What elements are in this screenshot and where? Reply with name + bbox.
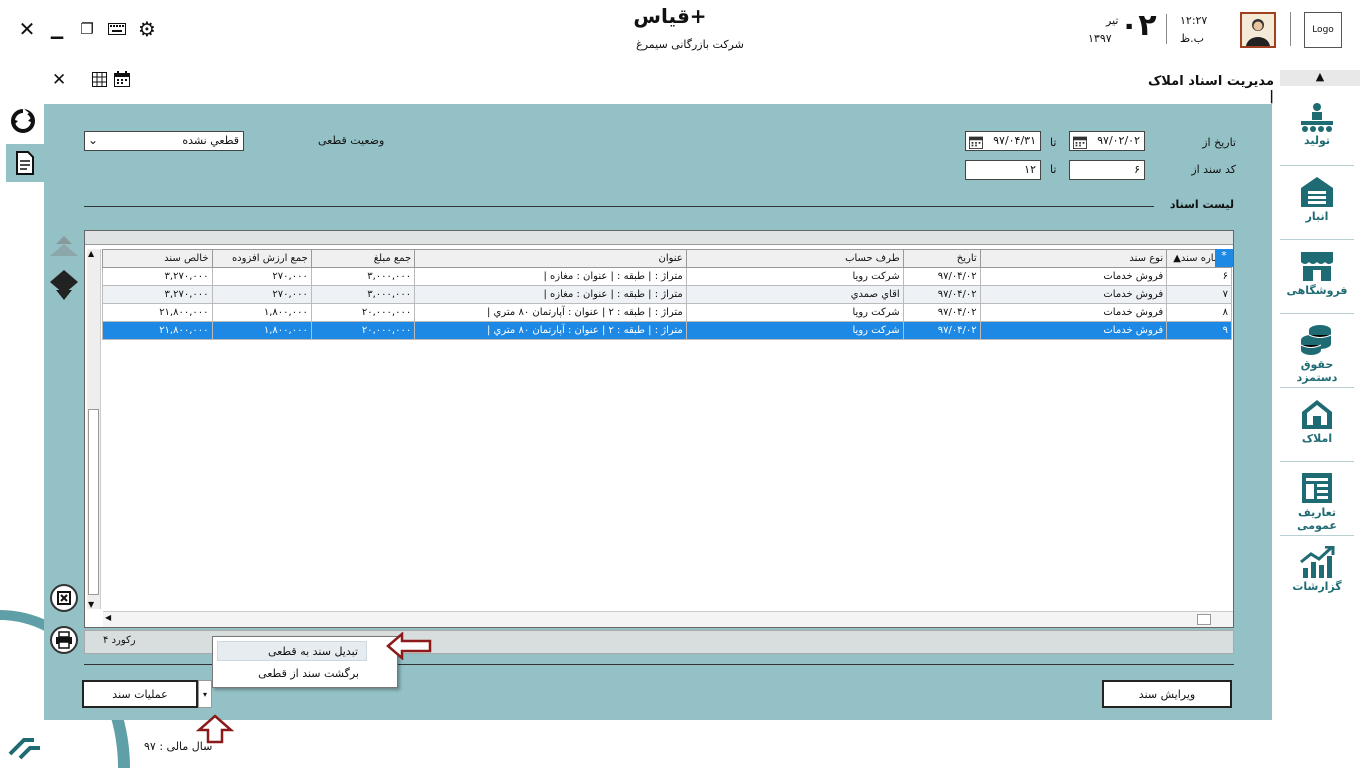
production-icon <box>1301 103 1333 132</box>
table-layout-icon <box>1302 473 1332 503</box>
avatar[interactable] <box>1240 12 1276 48</box>
company-name: شرکت بازرگانی سیمرغ <box>636 38 744 51</box>
col-header-vat[interactable]: جمع ارزش افزوده <box>211 249 312 268</box>
nav-item-warehouse[interactable]: انبار <box>1280 170 1354 240</box>
chart-icon <box>1300 546 1335 578</box>
edit-document-button[interactable]: ویرایش سند <box>1102 680 1232 708</box>
status-value: قطعي نشده <box>182 134 239 147</box>
section-title: لیست اسناد <box>1169 198 1234 211</box>
code-from-label: کد سند از <box>1191 163 1236 176</box>
table-row-selected[interactable]: ۹ فروش خدمات ۹۷/۰۴/۰۲ شرکت رویا متراژ : | طب… <box>102 321 1232 340</box>
app-brand-icon <box>6 724 42 763</box>
nav-item-definitions[interactable]: تعاریف عمومی <box>1280 466 1354 536</box>
calendar-icon[interactable] <box>1071 133 1089 151</box>
col-header-date[interactable]: تاریخ <box>902 249 981 268</box>
nav-item-store[interactable]: فروشگاهی <box>1280 244 1354 314</box>
fiscal-year: سال مالی : ۹۷ <box>144 740 213 753</box>
page-title: مدیریت اسناد املاک | <box>1147 74 1274 104</box>
coins-icon <box>1300 325 1332 355</box>
logo: Logo <box>1304 12 1342 48</box>
calendar-icon[interactable] <box>967 133 985 151</box>
close-icon[interactable]: ✕ <box>12 14 42 44</box>
gear-icon[interactable]: ⚙ <box>132 14 162 44</box>
minimize-icon[interactable]: ▁ <box>42 14 72 44</box>
move-down-icon[interactable] <box>50 270 78 305</box>
close-tab-icon[interactable]: ✕ <box>52 70 72 90</box>
clock-time: ۱۲:۲۷ <box>1180 14 1208 27</box>
table-row[interactable]: ۸ فروش خدمات ۹۷/۰۴/۰۲ شرکت رویا متراژ : | طب… <box>102 303 1232 322</box>
refresh-icon[interactable] <box>10 108 36 137</box>
col-header-party[interactable]: طرف حساب <box>685 249 904 268</box>
nav-item-property[interactable]: املاک <box>1280 392 1354 462</box>
vertical-scrollbar[interactable]: ▲ ▼ <box>87 249 101 609</box>
code-from-input[interactable]: ۶ <box>1069 160 1145 180</box>
keyboard-icon[interactable] <box>102 14 132 44</box>
table-row[interactable]: ۷ فروش خدمات ۹۷/۰۴/۰۲ اقاي صمدي متراژ : | طب… <box>102 285 1232 304</box>
arrow-left-annotation-icon <box>386 631 432 663</box>
document-operations-button[interactable]: عملیات سند <box>82 680 198 708</box>
app-window: ✕ ▁ ❐ ⚙ قیاس+ شرکت بازرگانی سیمرغ تیر ۱۳… <box>0 0 1360 768</box>
date-to-label: تا <box>1050 136 1057 149</box>
divider <box>1166 14 1167 44</box>
store-icon <box>1301 252 1333 281</box>
status-select[interactable]: قطعي نشده <box>84 131 244 151</box>
move-up-icon[interactable] <box>50 236 78 269</box>
warehouse-icon <box>1301 177 1333 207</box>
divider <box>1290 12 1291 46</box>
code-to-input[interactable]: ۱۲ <box>965 160 1041 180</box>
grid-view-icon[interactable] <box>92 72 107 90</box>
house-icon <box>1302 400 1332 429</box>
menu-item-revert[interactable]: برگشت سند از قطعی <box>217 664 367 684</box>
nav-item-production[interactable]: تولید <box>1280 96 1354 166</box>
status-label: وضعیت قطعی <box>318 134 385 147</box>
chevron-down-icon[interactable]: ⌄ <box>88 133 98 147</box>
scroll-up-icon[interactable]: ▲ <box>88 249 94 258</box>
scroll-thumb[interactable] <box>88 409 99 595</box>
scroll-thumb[interactable] <box>1197 614 1211 625</box>
col-header-net[interactable]: خالص سند <box>102 249 213 268</box>
grid-filter-row <box>85 231 1233 245</box>
dropdown-toggle-icon[interactable]: ▾ <box>198 680 212 708</box>
scroll-left-icon[interactable]: ◀ <box>105 613 111 622</box>
row-indicator-icon: * <box>1215 249 1233 267</box>
document-tab-icon[interactable] <box>6 144 44 182</box>
operations-menu: تبدیل سند به قطعی برگشت سند از قطعی <box>212 636 398 688</box>
code-to-label: تا <box>1050 163 1057 176</box>
col-header-amount[interactable]: جمع مبلغ <box>310 249 416 268</box>
print-icon[interactable] <box>50 626 78 654</box>
horizontal-scrollbar[interactable]: ◀ <box>103 611 1233 627</box>
scroll-down-icon[interactable]: ▼ <box>88 600 94 609</box>
menu-item-finalize[interactable]: تبدیل سند به قطعی <box>217 641 367 661</box>
year-label: ۱۳۹۷ <box>1088 32 1112 45</box>
table-row[interactable]: ۶ فروش خدمات ۹۷/۰۴/۰۲ شرکت رویا متراژ : | طب… <box>102 267 1232 286</box>
date-from-label: تاریخ از <box>1202 136 1236 149</box>
nav-scroll-up-icon[interactable]: ▲ <box>1280 70 1360 86</box>
month-label: تیر <box>1106 14 1119 27</box>
nav-item-reports[interactable]: گزارشات <box>1280 540 1354 610</box>
app-title: قیاس+ <box>633 4 707 28</box>
col-header-type[interactable]: نوع سند <box>979 249 1168 268</box>
nav-item-payroll[interactable]: حقوق دستمزد <box>1280 318 1354 388</box>
documents-grid: شماره سند▲ نوع سند تاریخ طرف حساب عنوان … <box>84 230 1234 628</box>
restore-icon[interactable]: ❐ <box>72 14 102 44</box>
day-number: ۰۲ <box>1120 8 1157 43</box>
export-icon[interactable] <box>50 584 78 612</box>
documents-table: شماره سند▲ نوع سند تاریخ طرف حساب عنوان … <box>102 249 1232 340</box>
col-header-title[interactable]: عنوان <box>414 249 687 268</box>
clock-ampm: ب.ظ <box>1180 32 1205 45</box>
divider <box>84 206 1154 207</box>
calendar-icon[interactable] <box>114 71 130 90</box>
record-count: ۴ رکورد <box>103 635 136 646</box>
